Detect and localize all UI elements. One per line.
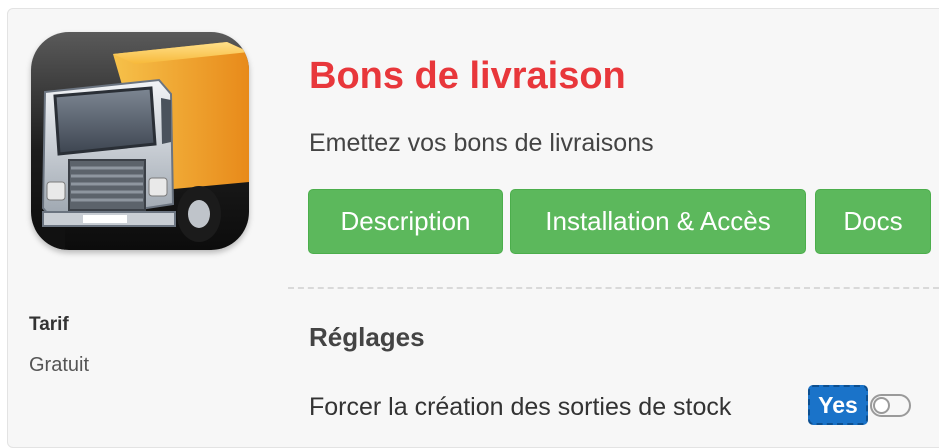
description-button[interactable]: Description — [308, 189, 503, 254]
pricing-label: Tarif — [29, 314, 69, 335]
setting-label-force-stock-exit: Forcer la création des sorties de stock — [309, 393, 732, 421]
toggle-yes-label[interactable]: Yes — [808, 385, 868, 425]
settings-heading: Réglages — [309, 322, 425, 352]
force-stock-exit-toggle[interactable]: Yes — [808, 385, 912, 425]
installation-access-button[interactable]: Installation & Accès — [510, 189, 806, 254]
toggle-switch-track[interactable] — [870, 394, 911, 417]
pricing-value: Gratuit — [29, 354, 90, 376]
delivery-truck-icon — [31, 32, 249, 250]
page-subtitle: Emettez vos bons de livraisons — [309, 129, 654, 157]
page-title: Bons de livraison — [309, 55, 626, 97]
toggle-switch-knob[interactable] — [873, 397, 890, 414]
docs-button[interactable]: Docs — [815, 189, 931, 254]
section-divider — [288, 287, 939, 289]
